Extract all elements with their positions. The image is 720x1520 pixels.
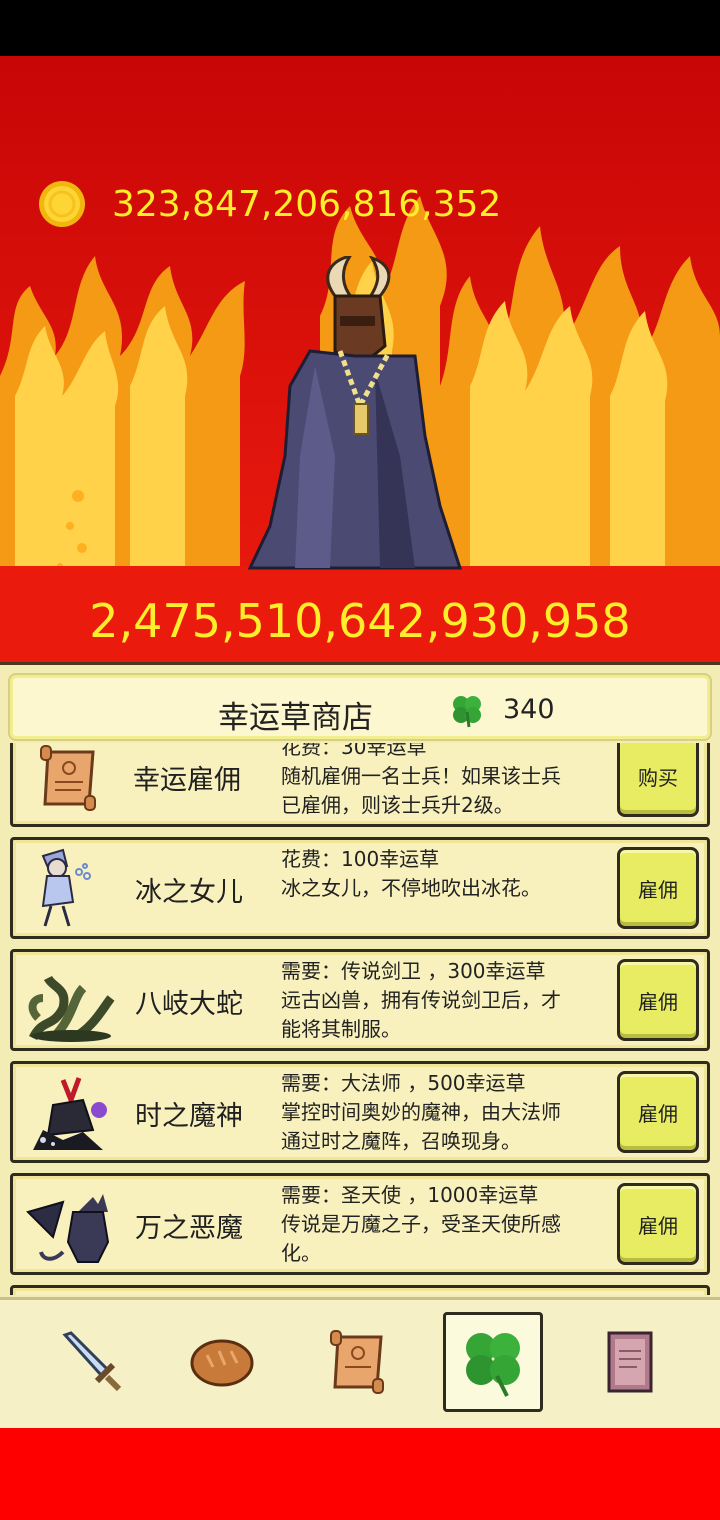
hydra-icon bbox=[28, 975, 115, 1043]
shop-item-time-demon: 时之魔神 需要：大法师 ，500幸运草 掌控时间奥妙的魔神，由大法师 通过时之魔… bbox=[10, 1061, 710, 1163]
shop-item-next bbox=[10, 1285, 710, 1295]
shop-item-ice-daughter: 冰之女儿 花费：100幸运草 冰之女儿，不停地吹出冰花。 雇佣 bbox=[10, 837, 710, 939]
status-bar bbox=[0, 0, 720, 56]
item-cost: 花费：100幸运草 bbox=[281, 847, 440, 871]
item-desc-line: 远古凶兽，拥有传说剑卫后，才 bbox=[281, 988, 561, 1012]
gold-amount: 323,847,206,816,352 bbox=[112, 183, 502, 225]
item-description: 需要：大法师 ，500幸运草 掌控时间奥妙的魔神，由大法师 通过时之魔阵，召唤现… bbox=[281, 1069, 616, 1156]
tab-book[interactable] bbox=[580, 1312, 680, 1412]
shop-item-hydra: 八岐大蛇 需要：传说剑卫 ，300幸运草 远古凶兽，拥有传说剑卫后，才 能将其制… bbox=[10, 949, 710, 1051]
item-name: 冰之女儿 bbox=[135, 877, 243, 908]
hire-button[interactable]: 雇佣 bbox=[617, 1071, 699, 1153]
clover-icon bbox=[466, 1333, 520, 1397]
item-description: 需要：圣天使 ，1000幸运草 传说是万魔之子，受圣天使所感 化。 bbox=[281, 1181, 616, 1268]
item-cost: 需要：传说剑卫 ，300幸运草 bbox=[281, 959, 546, 983]
hire-button[interactable]: 雇佣 bbox=[617, 959, 699, 1041]
item-description: 需要：传说剑卫 ，300幸运草 远古凶兽，拥有传说剑卫后，才 能将其制服。 bbox=[281, 957, 616, 1044]
item-desc-line: 传说是万魔之子，受圣天使所感 bbox=[281, 1212, 561, 1236]
item-cost: 需要：大法师 ，500幸运草 bbox=[281, 1071, 526, 1095]
book-icon bbox=[607, 1331, 653, 1393]
tab-soldiers[interactable] bbox=[42, 1312, 142, 1412]
hire-button[interactable]: 雇佣 bbox=[617, 847, 699, 929]
item-desc-line: 能将其制服。 bbox=[281, 1017, 401, 1041]
damage-per-second: 2,475,510,642,930,958 bbox=[89, 594, 631, 648]
shop-header: 幸运草商店 340 bbox=[10, 675, 710, 739]
shop-item-demon: 万之恶魔 需要：圣天使 ，1000幸运草 传说是万魔之子，受圣天使所感 化。 雇… bbox=[10, 1173, 710, 1275]
item-cost: 花费：30幸运草 bbox=[281, 743, 427, 759]
item-desc-line: 随机雇佣一名士兵！如果该士兵 bbox=[281, 764, 561, 788]
item-desc-line: 通过时之魔阵，召唤现身。 bbox=[281, 1129, 521, 1153]
item-name: 幸运雇佣 bbox=[133, 765, 241, 796]
item-desc-line: 冰之女儿，不停地吹出冰花。 bbox=[281, 876, 541, 900]
tab-food[interactable] bbox=[172, 1312, 272, 1412]
sword-icon bbox=[62, 1331, 122, 1392]
tab-clover-shop[interactable] bbox=[443, 1312, 543, 1412]
clover-count: 340 bbox=[503, 694, 555, 725]
ice-daughter-icon bbox=[41, 848, 91, 927]
gold-coin-icon bbox=[39, 181, 85, 227]
item-desc-line: 掌控时间奥妙的魔神，由大法师 bbox=[281, 1100, 561, 1124]
item-description: 花费：100幸运草 冰之女儿，不停地吹出冰花。 bbox=[281, 845, 616, 903]
hire-button[interactable]: 雇佣 bbox=[617, 1183, 699, 1265]
boss-demon-lord[interactable] bbox=[240, 256, 470, 586]
shop-item-lucky-hire: 幸运雇佣 花费：30幸运草 随机雇佣一名士兵！如果该士兵 已雇佣，则该士兵升2级… bbox=[10, 743, 710, 827]
scroll-icon bbox=[40, 745, 96, 811]
bottom-tab-bar bbox=[0, 1297, 720, 1429]
time-demon-icon bbox=[33, 1077, 107, 1150]
item-desc-line: 已雇佣，则该士兵升2级。 bbox=[281, 793, 514, 817]
bottom-banner bbox=[0, 1428, 720, 1520]
tab-scroll[interactable] bbox=[308, 1312, 408, 1412]
item-cost: 需要：圣天使 ，1000幸运草 bbox=[281, 1183, 539, 1207]
buy-button[interactable]: 购买 bbox=[617, 743, 699, 817]
bread-icon bbox=[190, 1339, 254, 1387]
demon-icon bbox=[26, 1194, 110, 1263]
shop-panel: 幸运草商店 340 幸运雇佣 花费：30幸运草 随机雇佣一名士兵！如果该士兵 已… bbox=[0, 662, 720, 1429]
item-description: 花费：30幸运草 随机雇佣一名士兵！如果该士兵 已雇佣，则该士兵升2级。 bbox=[281, 743, 616, 820]
clover-icon bbox=[453, 696, 481, 728]
shop-item-list[interactable]: 幸运雇佣 花费：30幸运草 随机雇佣一名士兵！如果该士兵 已雇佣，则该士兵升2级… bbox=[0, 743, 720, 1295]
item-name: 万之恶魔 bbox=[135, 1213, 243, 1244]
item-name: 八岐大蛇 bbox=[135, 989, 243, 1020]
scroll-icon bbox=[330, 1330, 384, 1394]
battle-scene[interactable]: 323,847,206,816,352 2,475,510,642,930,95… bbox=[0, 56, 720, 676]
item-name: 时之魔神 bbox=[135, 1101, 243, 1132]
gold-display: 323,847,206,816,352 bbox=[38, 180, 501, 228]
item-desc-line: 化。 bbox=[281, 1241, 321, 1265]
shop-title: 幸运草商店 bbox=[218, 700, 373, 736]
